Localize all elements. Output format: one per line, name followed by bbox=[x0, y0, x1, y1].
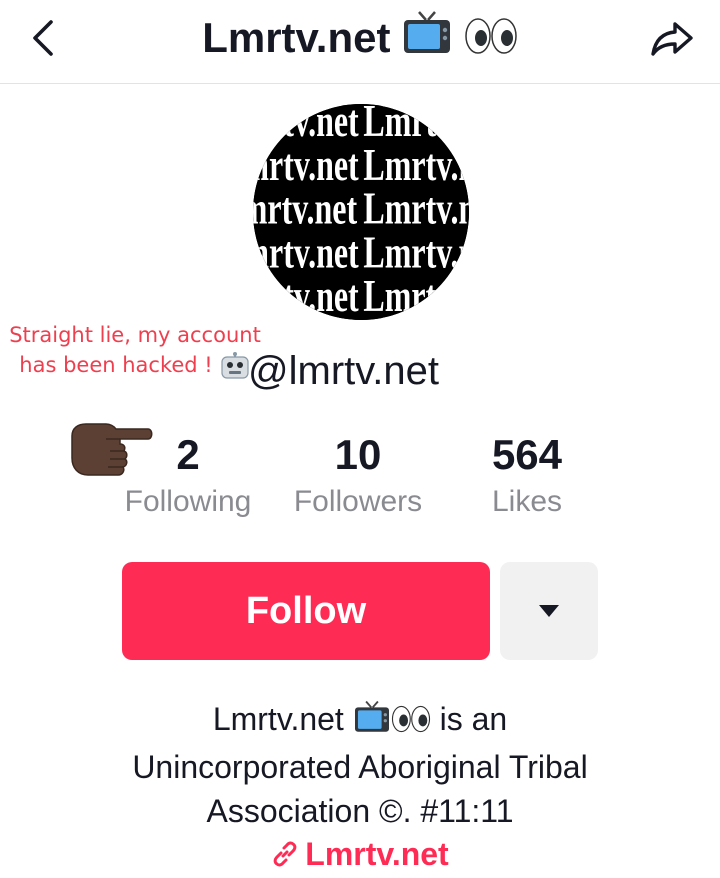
page-title: Lmrtv.net bbox=[0, 10, 720, 70]
profile-bio: Lmrtv.net is an Unincorporated Aborigina… bbox=[40, 697, 680, 833]
share-arrow-icon bbox=[651, 22, 693, 56]
bio-line-1: Lmrtv.net is an bbox=[40, 697, 680, 745]
page-title-text: Lmrtv.net bbox=[202, 14, 391, 61]
bio-line-3: Association ©. #11:11 bbox=[206, 793, 514, 829]
following-count: 2 bbox=[176, 431, 200, 478]
bio-line-1-end: is an bbox=[439, 701, 508, 737]
stat-following[interactable]: 2 Following bbox=[108, 430, 268, 524]
eyes-emoji-icon bbox=[391, 701, 431, 745]
eyes-emoji-icon bbox=[464, 14, 518, 70]
avatar[interactable]: Lmrtv.net Lmrtv.net Lmrtv.net Lmrtv.net … bbox=[253, 104, 469, 320]
tv-emoji-icon bbox=[353, 700, 391, 745]
stat-followers[interactable]: 10 Followers bbox=[280, 430, 436, 524]
profile-link-text: Lmrtv.net bbox=[305, 836, 449, 872]
bio-line-2: Unincorporated Aboriginal Tribal bbox=[132, 749, 588, 785]
followers-count: 10 bbox=[334, 431, 382, 478]
follow-button[interactable]: Follow bbox=[122, 562, 490, 660]
following-label: Following bbox=[124, 485, 252, 518]
share-button[interactable] bbox=[648, 16, 696, 60]
link-icon bbox=[273, 841, 297, 867]
username: @lmrtv.net bbox=[248, 349, 439, 393]
profile-website-link[interactable]: Lmrtv.net bbox=[0, 832, 720, 876]
overlay-line-2-text: has been hacked ! bbox=[19, 353, 213, 377]
bio-site-name: Lmrtv.net bbox=[212, 701, 344, 737]
avatar-pattern-text: Lmrtv.net bbox=[253, 270, 359, 320]
tv-emoji-icon bbox=[402, 10, 452, 70]
overlay-line-1: Straight lie, my account bbox=[9, 323, 261, 347]
followers-label: Followers bbox=[293, 485, 423, 518]
robot-emoji-icon bbox=[220, 352, 250, 380]
top-nav-bar: Lmrtv.net bbox=[0, 0, 720, 84]
avatar-pattern-text: Lmrtv.net bbox=[363, 270, 469, 320]
caret-down-icon bbox=[539, 605, 559, 617]
follow-button-label: Follow bbox=[245, 589, 367, 632]
avatar-image: Lmrtv.net Lmrtv.net Lmrtv.net Lmrtv.net … bbox=[253, 104, 469, 320]
stat-likes: 564 Likes bbox=[462, 430, 592, 524]
likes-label: Likes bbox=[491, 485, 563, 518]
likes-count: 564 bbox=[491, 431, 563, 478]
more-options-button[interactable] bbox=[500, 562, 598, 660]
